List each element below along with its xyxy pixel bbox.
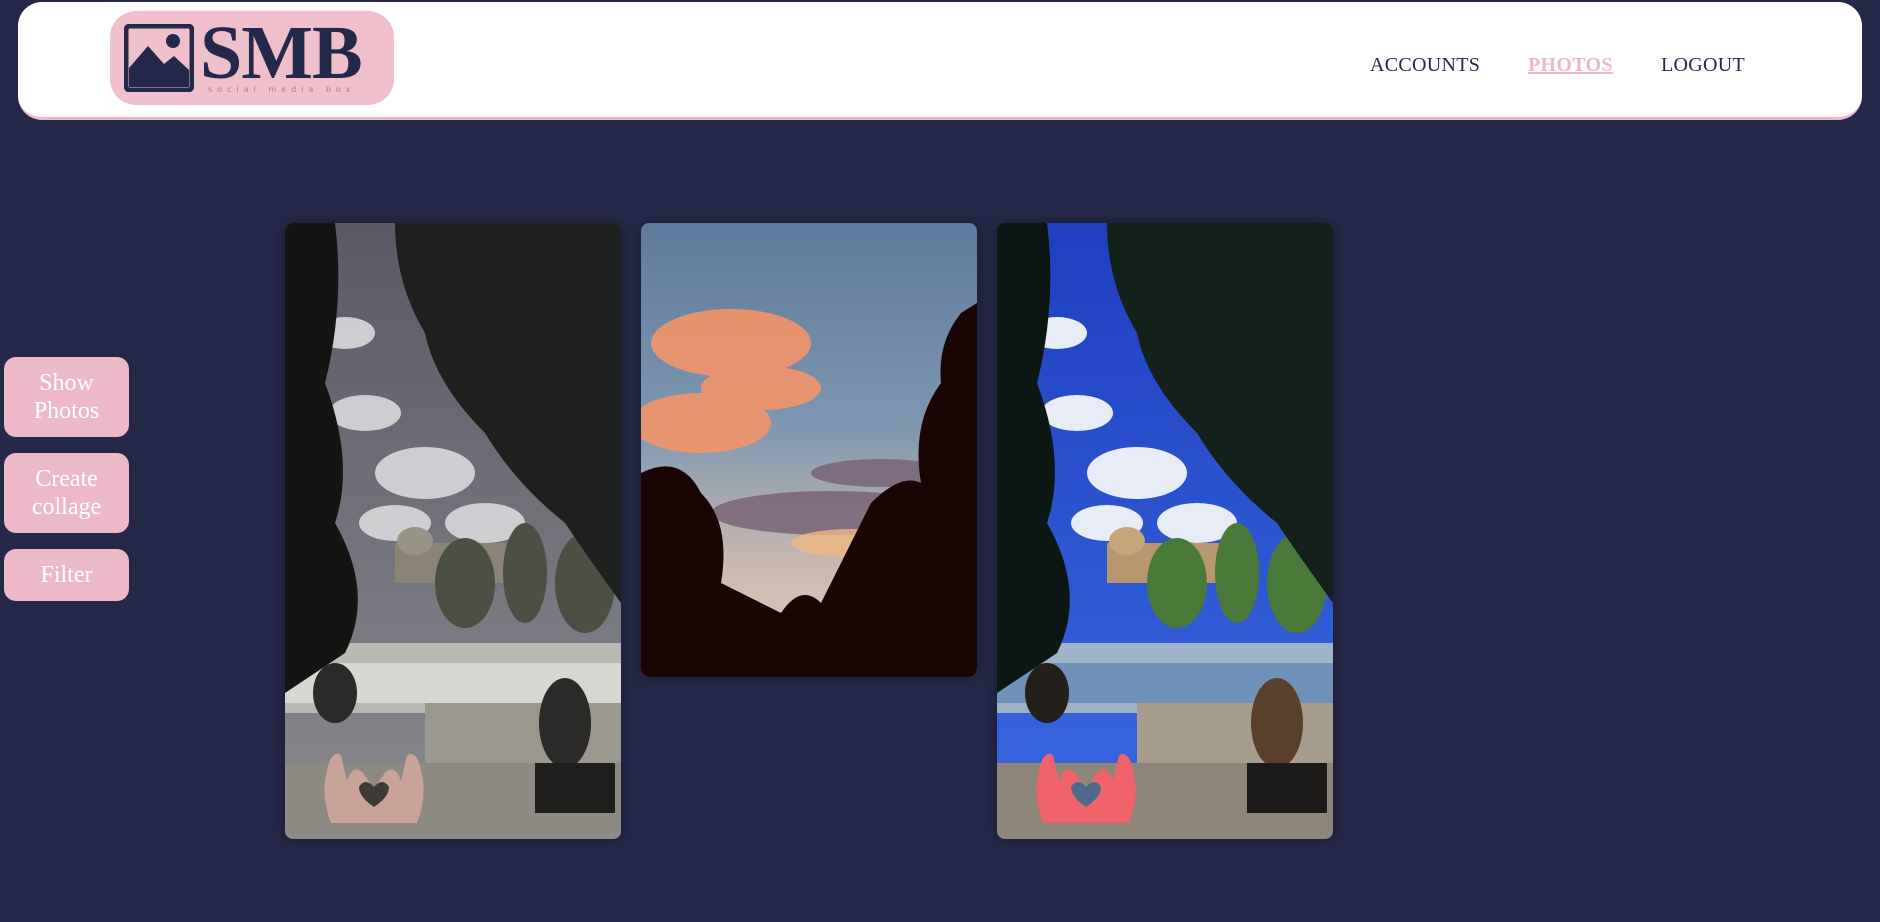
create-collage-button[interactable]: Create collage bbox=[4, 453, 129, 533]
logo-text: SMB bbox=[200, 11, 363, 95]
photo-card-sunset[interactable] bbox=[641, 223, 977, 677]
nav-accounts[interactable]: ACCOUNTS bbox=[1370, 54, 1480, 77]
heart-hands-icon bbox=[324, 754, 424, 823]
photo-card-park-muted[interactable] bbox=[285, 223, 621, 839]
nav-photos[interactable]: PHOTOS bbox=[1528, 54, 1613, 77]
header-bar: SMB social media box ACCOUNTS PHOTOS LOG… bbox=[18, 2, 1862, 120]
image-icon bbox=[124, 24, 194, 92]
photo-sunset bbox=[641, 223, 977, 677]
logo-tagline: social media box bbox=[208, 85, 356, 94]
show-photos-button[interactable]: Show Photos bbox=[4, 357, 129, 437]
logo[interactable]: SMB social media box bbox=[110, 11, 394, 105]
heart-hands-icon bbox=[1036, 754, 1136, 823]
filter-button[interactable]: Filter bbox=[4, 549, 129, 601]
photo-card-park-vivid[interactable] bbox=[997, 223, 1333, 839]
nav-logout[interactable]: LOGOUT bbox=[1661, 54, 1745, 77]
